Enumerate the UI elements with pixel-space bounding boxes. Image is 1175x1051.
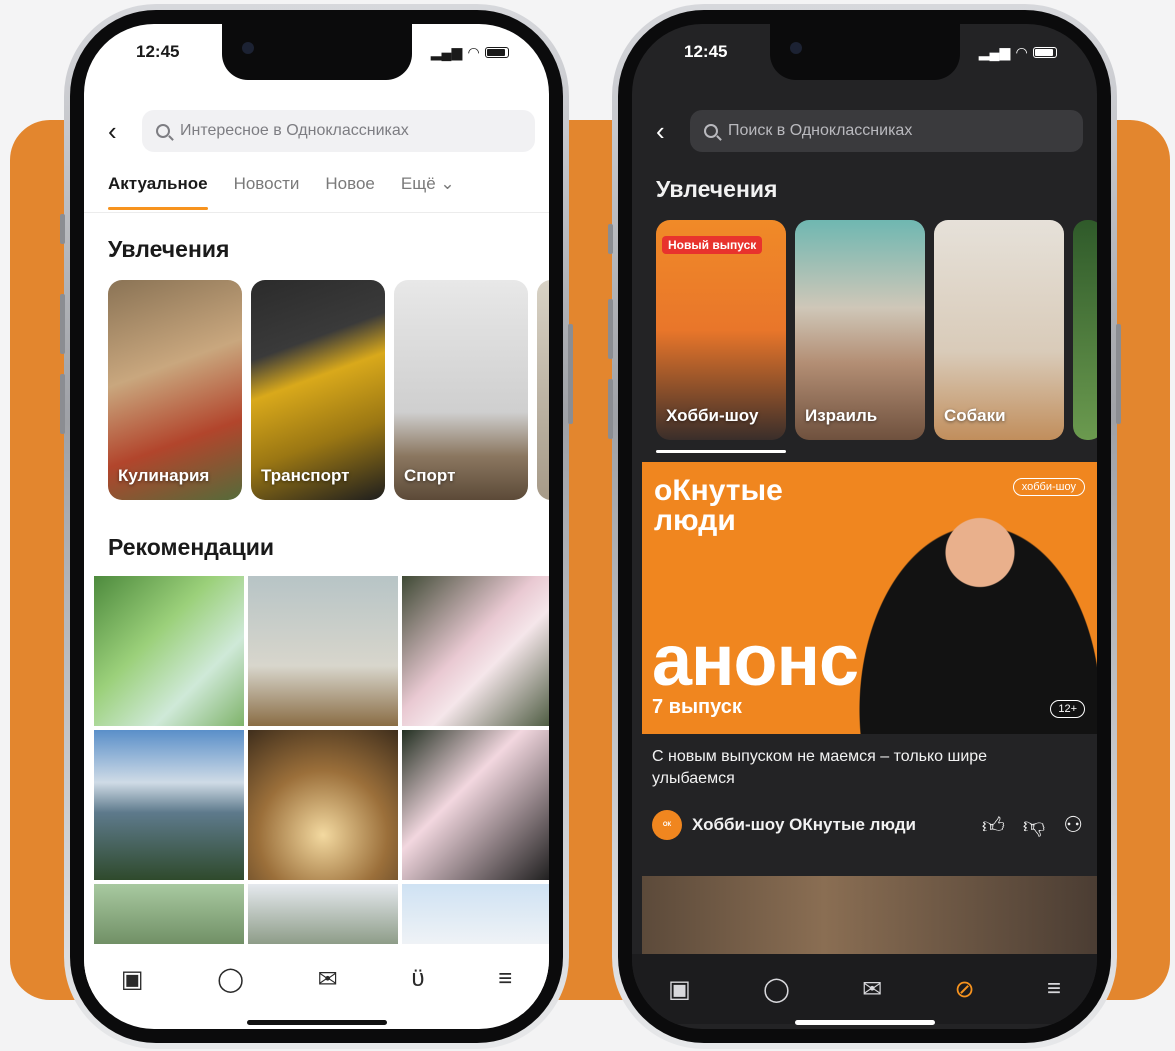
volume-up-button (60, 294, 65, 354)
search-icon (156, 124, 170, 138)
home-indicator[interactable] (794, 1020, 935, 1025)
recommendations-grid (94, 576, 549, 946)
back-arrow-icon[interactable]: ‹ (108, 118, 128, 144)
phone-dark: 12:45 ▂▄▆ ◠ ‹ Поиск в Одноклассниках Увл… (608, 4, 1121, 1049)
mute-switch (608, 224, 613, 254)
post-author-row: ОК Хобби-шоу ОКнутые люди 👍︎ 👎︎ ⚇ (652, 810, 1083, 840)
menu-icon[interactable]: ≡ (498, 965, 512, 993)
promo-banner[interactable]: оКнутые люди хобби-шоу анонс 7 выпуск 12… (642, 462, 1097, 734)
messages-icon[interactable]: ✉ (318, 965, 338, 994)
tab-actual[interactable]: Актуальное (108, 174, 208, 210)
photo-tile[interactable] (248, 730, 398, 880)
screen-dark: 12:45 ▂▄▆ ◠ ‹ Поиск в Одноклассниках Увл… (632, 24, 1097, 1029)
hobby-label: Транспорт (261, 466, 350, 485)
age-rating-badge: 12+ (1050, 700, 1085, 718)
recommendations-title: Рекомендации (108, 534, 275, 560)
tabs-bar: Актуальное Новости Новое Ещё ⌄ (108, 174, 549, 210)
battery-icon (485, 46, 509, 58)
tab-new[interactable]: Новое (325, 174, 374, 194)
photo-tile[interactable] (248, 884, 398, 946)
home-indicator[interactable] (246, 1020, 387, 1025)
wifi-icon: ◠ (468, 43, 479, 60)
volume-down-button (608, 379, 613, 439)
mute-switch (60, 214, 65, 244)
notch (769, 24, 960, 80)
power-button (568, 324, 573, 424)
hobbies-title: Увлечения (656, 176, 778, 202)
photo-tile[interactable] (402, 576, 549, 726)
photo-tile[interactable] (402, 884, 549, 946)
photo-tile[interactable] (402, 730, 549, 880)
hobbies-carousel: Кулинария Транспорт Спорт (108, 280, 549, 500)
photo-tile[interactable] (94, 576, 244, 726)
hobby-card-cooking[interactable]: Кулинария (108, 280, 242, 500)
tab-more[interactable]: Ещё ⌄ (401, 174, 455, 194)
hobby-card-partial[interactable] (1073, 220, 1097, 440)
hobby-icon[interactable]: ϋ (411, 965, 424, 993)
post-caption: С новым выпуском не маемся – только шире… (652, 748, 988, 787)
messages-icon[interactable]: ✉ (862, 975, 882, 1004)
search-input[interactable]: Поиск в Одноклассниках (690, 110, 1083, 152)
new-episode-badge: Новый выпуск (662, 236, 763, 254)
signal-icon: ▂▄▆ (978, 43, 1011, 60)
hobby-card-show[interactable]: Новый выпуск Хобби-шоу (656, 220, 786, 440)
hobby-card-partial[interactable] (537, 280, 549, 500)
hobby-card-transport[interactable]: Транспорт (251, 280, 385, 500)
next-post-preview[interactable] (642, 876, 1097, 956)
bottom-nav: ▣ ◯ ✉ ϋ ≡ (84, 944, 549, 1014)
screen-light: 12:45 ▂▄▆ ◠ ‹ Интересное в Одноклассника… (84, 24, 549, 1029)
search-placeholder: Поиск в Одноклассниках (728, 122, 913, 139)
explore-icon[interactable]: ⊘ (954, 975, 974, 1004)
hobby-card-dogs[interactable]: Собаки (934, 220, 1064, 440)
promo-episode: 7 выпуск (652, 696, 742, 718)
tab-news[interactable]: Новости (234, 174, 300, 194)
discussions-icon[interactable]: ◯ (217, 965, 244, 994)
search-icon (704, 124, 718, 138)
wifi-icon: ◠ (1016, 43, 1027, 60)
thumbs-down-icon[interactable]: 👎︎ (1023, 812, 1045, 839)
photo-tile[interactable] (94, 884, 244, 946)
promo-big-text: анонс (652, 621, 859, 701)
hobby-label: Хобби-шоу (666, 406, 759, 425)
phone-light: 12:45 ▂▄▆ ◠ ‹ Интересное в Одноклассника… (60, 4, 573, 1049)
search-placeholder: Интересное в Одноклассниках (180, 122, 409, 139)
subscribe-icon[interactable]: ⚇ (1063, 812, 1083, 839)
volume-down-button (60, 374, 65, 434)
hobby-label: Спорт (404, 466, 456, 485)
tabs-divider (84, 212, 549, 213)
volume-up-button (608, 299, 613, 359)
hobby-label: Кулинария (118, 466, 210, 485)
clock: 12:45 (684, 42, 728, 61)
carousel-indicator (656, 450, 786, 453)
hobbies-title: Увлечения (108, 236, 230, 262)
author-name[interactable]: Хобби-шоу ОКнутые люди (692, 815, 916, 835)
stage: 12:45 ▂▄▆ ◠ ‹ Интересное в Одноклассника… (0, 0, 1175, 1051)
hobby-label: Собаки (944, 406, 1006, 425)
hobby-card-sport[interactable]: Спорт (394, 280, 528, 500)
hobby-card-israel[interactable]: Израиль (795, 220, 925, 440)
presenter-photo (837, 492, 1097, 734)
search-input[interactable]: Интересное в Одноклассниках (142, 110, 535, 152)
back-arrow-icon[interactable]: ‹ (656, 118, 676, 144)
thumbs-up-icon[interactable]: 👍︎ (982, 812, 1005, 839)
menu-icon[interactable]: ≡ (1047, 975, 1061, 1003)
author-avatar[interactable]: ОК (652, 810, 682, 840)
battery-icon (1033, 46, 1057, 58)
promo-brand: оКнутые люди (654, 474, 783, 537)
feed-icon[interactable]: ▣ (668, 975, 691, 1004)
feed-icon[interactable]: ▣ (121, 965, 144, 994)
signal-icon: ▂▄▆ (430, 43, 463, 60)
hobby-label: Израиль (805, 406, 878, 425)
photo-tile[interactable] (248, 576, 398, 726)
photo-tile[interactable] (94, 730, 244, 880)
hobbies-carousel: Новый выпуск Хобби-шоу Израиль Собаки (656, 220, 1097, 440)
discussions-icon[interactable]: ◯ (763, 975, 790, 1004)
bottom-nav: ▣ ◯ ✉ ⊘ ≡ (632, 954, 1097, 1024)
notch (221, 24, 412, 80)
power-button (1116, 324, 1121, 424)
clock: 12:45 (136, 42, 180, 61)
